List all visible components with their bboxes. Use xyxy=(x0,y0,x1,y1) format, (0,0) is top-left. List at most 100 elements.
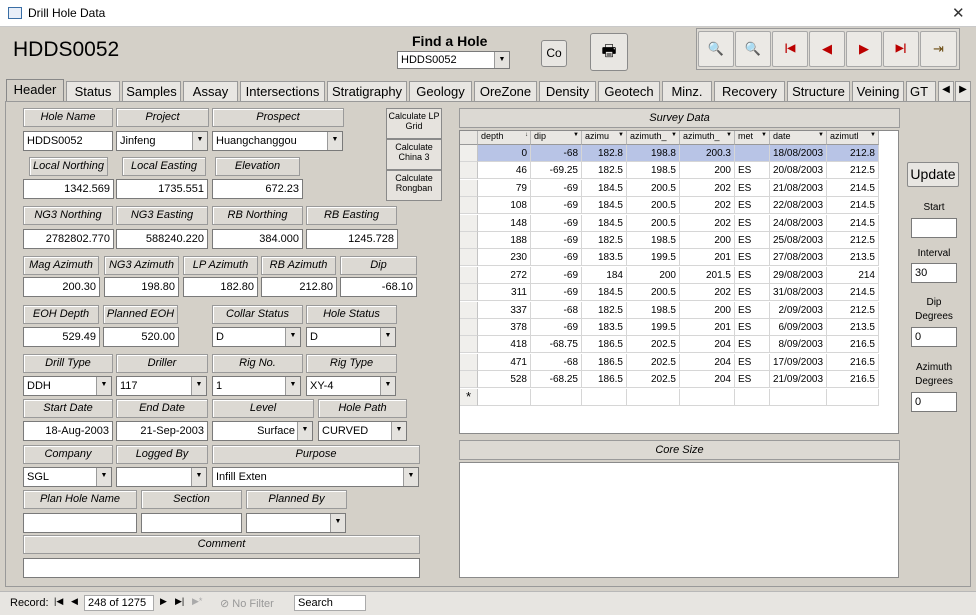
company-combo[interactable]: SGL ▼ xyxy=(23,467,112,487)
rb-northing-field[interactable]: 384.000 xyxy=(212,229,303,249)
calculate-china3-button[interactable]: Calculate China 3 xyxy=(386,139,442,170)
row-selector[interactable] xyxy=(460,145,478,162)
table-cell[interactable]: -69 xyxy=(531,232,582,249)
table-cell[interactable]: ES xyxy=(735,162,770,180)
level-combo[interactable]: Surface ▼ xyxy=(212,421,313,441)
table-cell[interactable]: 418 xyxy=(478,336,531,354)
mag-azimuth-field[interactable]: 200.30 xyxy=(23,277,100,297)
calculate-lp-grid-button[interactable]: Calculate LP Grid xyxy=(386,108,442,139)
table-cell[interactable]: 213.5 xyxy=(827,319,879,336)
table-cell[interactable]: 528 xyxy=(478,371,531,389)
table-cell[interactable]: 204 xyxy=(680,371,735,389)
tab-status[interactable]: Status xyxy=(66,81,120,101)
table-cell[interactable]: -69 xyxy=(531,179,582,197)
table-cell[interactable]: 216.5 xyxy=(827,336,879,354)
table-cell[interactable]: 183.5 xyxy=(582,249,627,267)
table-cell[interactable]: 216.5 xyxy=(827,371,879,389)
next-record-icon[interactable]: ▶ xyxy=(846,31,882,67)
table-cell[interactable]: -69 xyxy=(531,214,582,232)
table-cell[interactable]: ES xyxy=(735,249,770,267)
table-cell[interactable]: 184.5 xyxy=(582,284,627,302)
table-cell[interactable]: ES xyxy=(735,179,770,197)
table-cell[interactable]: -68 xyxy=(531,145,582,162)
table-cell[interactable]: ES xyxy=(735,284,770,302)
chevron-down-icon[interactable]: ▼ xyxy=(327,132,342,150)
table-cell[interactable]: 201 xyxy=(680,249,735,267)
table-cell[interactable]: 8/09/2003 xyxy=(770,336,827,354)
search-input[interactable]: Search xyxy=(294,595,366,611)
start-field[interactable] xyxy=(911,218,957,238)
tab-orezone[interactable]: OreZone xyxy=(474,81,537,101)
table-cell[interactable]: 0 xyxy=(478,145,531,162)
hole-name-field[interactable]: HDDS0052 xyxy=(23,131,113,151)
row-selector[interactable] xyxy=(460,336,478,354)
tab-stratigraphy[interactable]: Stratigraphy xyxy=(327,81,407,101)
table-cell[interactable]: 202.5 xyxy=(627,336,680,354)
last-record-icon[interactable]: ▶| xyxy=(883,31,919,67)
end-date-field[interactable]: 21-Sep-2003 xyxy=(116,421,208,441)
tab-geology[interactable]: Geology xyxy=(409,81,472,101)
table-cell[interactable]: 186.5 xyxy=(582,336,627,354)
row-selector[interactable] xyxy=(460,301,478,319)
tab-structure[interactable]: Structure xyxy=(787,81,850,101)
column-header[interactable]: dip ▼ xyxy=(531,131,582,145)
table-cell[interactable]: 204 xyxy=(680,336,735,354)
core-size-grid[interactable] xyxy=(459,462,899,578)
chevron-down-icon[interactable]: ▼ xyxy=(380,328,395,346)
table-row[interactable]: 230 -69 183.5 199.5 201 ES 27/08/2003 213.5 xyxy=(460,249,898,267)
row-selector[interactable] xyxy=(460,179,478,197)
dip-degrees-field[interactable]: 0 xyxy=(911,327,957,347)
row-selector[interactable]: * xyxy=(460,388,478,406)
table-cell[interactable]: -69 xyxy=(531,197,582,215)
table-row[interactable]: 46 -69.25 182.5 198.5 200 ES 20/08/2003 212.5 xyxy=(460,162,898,180)
table-cell[interactable]: 212.5 xyxy=(827,162,879,180)
table-cell[interactable]: 183.5 xyxy=(582,319,627,336)
table-cell[interactable] xyxy=(531,388,582,406)
table-cell[interactable]: 214.5 xyxy=(827,284,879,302)
section-field[interactable] xyxy=(141,513,242,533)
table-cell[interactable]: -69 xyxy=(531,266,582,284)
preview-icon[interactable]: 🔍 xyxy=(698,31,734,67)
table-cell[interactable]: 212.5 xyxy=(827,301,879,319)
table-cell[interactable]: 214.5 xyxy=(827,214,879,232)
table-cell[interactable]: 200 xyxy=(680,301,735,319)
chevron-down-icon[interactable]: ▼ xyxy=(494,52,509,68)
chevron-down-icon[interactable]: ▼ xyxy=(96,468,111,486)
table-cell[interactable]: ES xyxy=(735,301,770,319)
tab-geotech[interactable]: Geotech xyxy=(598,81,660,101)
table-row[interactable]: 378 -69 183.5 199.5 201 ES 6/09/2003 213.5 xyxy=(460,319,898,336)
table-row[interactable]: 272 -69 184 200 201.5 ES 29/08/2003 214 xyxy=(460,266,898,284)
purpose-combo[interactable]: Infill Exten ▼ xyxy=(212,467,419,487)
table-cell[interactable]: -69 xyxy=(531,284,582,302)
table-cell[interactable]: 214 xyxy=(827,266,879,284)
table-cell[interactable]: 184.5 xyxy=(582,214,627,232)
chevron-down-icon[interactable]: ▼ xyxy=(192,132,207,150)
table-cell[interactable]: -68.25 xyxy=(531,371,582,389)
ng3-azimuth-field[interactable]: 198.80 xyxy=(104,277,179,297)
column-header[interactable]: met ▼ xyxy=(735,131,770,145)
chevron-down-icon[interactable]: ▼ xyxy=(297,422,312,440)
table-cell[interactable]: 214.5 xyxy=(827,197,879,215)
planned-eoh-field[interactable]: 520.00 xyxy=(103,327,179,347)
table-cell[interactable]: 18/08/2003 xyxy=(770,145,827,162)
column-header[interactable]: depth ↓ xyxy=(478,131,531,145)
table-cell[interactable] xyxy=(478,388,531,406)
drill-type-combo[interactable]: DDH ▼ xyxy=(23,376,112,396)
elevation-field[interactable]: 672.23 xyxy=(212,179,303,199)
table-cell[interactable]: 214.5 xyxy=(827,179,879,197)
tab-density[interactable]: Density xyxy=(539,81,596,101)
table-cell[interactable]: 378 xyxy=(478,319,531,336)
table-cell[interactable]: 22/08/2003 xyxy=(770,197,827,215)
table-cell[interactable]: 21/08/2003 xyxy=(770,179,827,197)
first-record-nav-icon[interactable]: |◀ xyxy=(54,596,63,607)
rb-easting-field[interactable]: 1245.728 xyxy=(306,229,398,249)
last-record-nav-icon[interactable]: ▶| xyxy=(175,596,184,607)
table-cell[interactable]: 21/09/2003 xyxy=(770,371,827,389)
table-cell[interactable] xyxy=(627,388,680,406)
table-row[interactable]: 337 -68 182.5 198.5 200 ES 2/09/2003 212.5 xyxy=(460,301,898,319)
table-cell[interactable]: 186.5 xyxy=(582,353,627,371)
new-record-row[interactable]: * xyxy=(460,388,898,406)
find-hole-combo[interactable]: HDDS0052 ▼ xyxy=(397,51,510,69)
table-row[interactable]: 0 -68 182.8 198.8 200.3 18/08/2003 212.8 xyxy=(460,145,898,162)
azimuth-degrees-field[interactable]: 0 xyxy=(911,392,957,412)
